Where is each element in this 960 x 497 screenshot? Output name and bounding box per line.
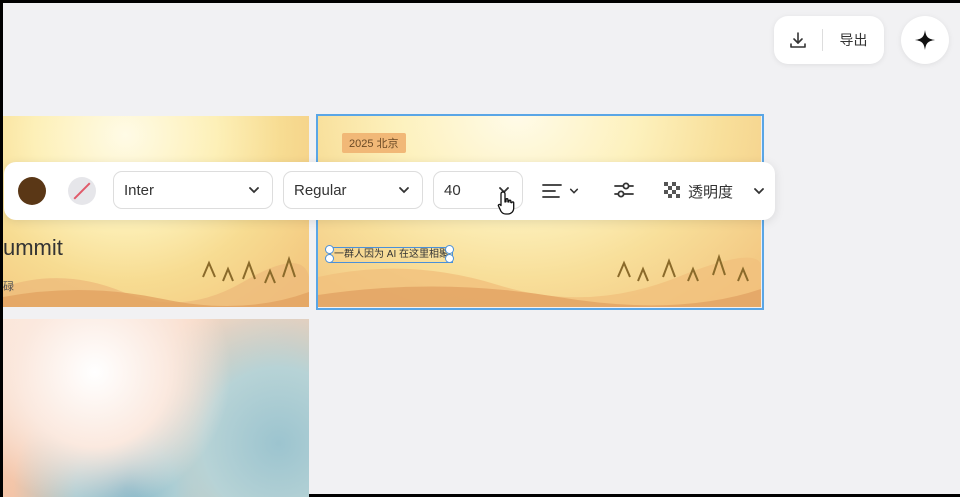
slide-title: ummit [3, 235, 63, 260]
resize-handle-bottom-left[interactable] [325, 254, 334, 263]
chevron-down-icon [754, 188, 764, 195]
chevron-down-icon [399, 187, 409, 194]
year-city-tag[interactable]: 2025 北京 [342, 133, 406, 153]
stroke-color-none-swatch[interactable] [68, 177, 96, 205]
sparkle-icon [915, 30, 935, 50]
font-family-select[interactable]: Inter [113, 171, 273, 209]
resize-handle-top-right[interactable] [445, 245, 454, 254]
resize-handle-bottom-right[interactable] [445, 254, 454, 263]
font-family-value: Inter [124, 181, 155, 199]
chevron-down-icon [249, 187, 259, 194]
resize-handle-top-left[interactable] [325, 245, 334, 254]
adjustments-button[interactable] [612, 178, 640, 204]
text-align-button[interactable] [541, 178, 587, 204]
text-color-swatch[interactable] [18, 177, 46, 205]
font-weight-value: Regular [294, 181, 347, 199]
selected-text-box[interactable]: 一群人因为 AI 在这里相聚 [330, 247, 453, 263]
hand-pointer-cursor-icon [497, 191, 515, 215]
font-size-value: 40 [444, 181, 461, 199]
sliders-icon [614, 182, 634, 198]
chevron-down-icon [569, 188, 579, 194]
opacity-button[interactable]: 透明度 [664, 178, 765, 204]
slide-thumbnail[interactable] [3, 319, 309, 497]
align-left-icon [542, 184, 562, 198]
ai-assistant-button[interactable] [901, 16, 949, 64]
opacity-label: 透明度 [688, 183, 734, 201]
export-button[interactable]: 导出 [774, 16, 884, 64]
slide-subtitle: 碌 [3, 281, 14, 293]
download-icon[interactable] [774, 16, 822, 64]
export-label[interactable]: 导出 [823, 30, 884, 50]
transparency-checker-icon [664, 182, 682, 200]
font-weight-select[interactable]: Regular [283, 171, 423, 209]
